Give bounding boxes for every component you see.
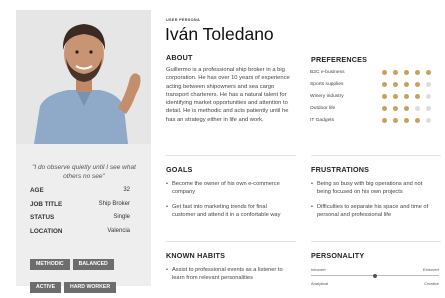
rating-dot [382,69,387,75]
rating-dot [426,93,431,99]
rating-dot [415,117,420,123]
divider [166,241,296,242]
persona-portrait-image [16,10,151,144]
rating-dot [393,93,398,99]
preference-row: Sports supplies [310,78,440,90]
rating-dot [393,117,398,123]
fact-status: STATUS Single [30,214,130,228]
goal-item: Become the owner of his own e-commerce c… [166,181,290,196]
divider [166,155,296,156]
tag-hard-worker: HARD WORKER [64,282,117,293]
rating-dot [415,81,420,87]
preference-label: Winery industry [310,93,344,99]
fact-job-title: JOB TITLE Ship Broker [30,201,130,215]
tag-methodic: METHODIC [30,259,70,270]
rating-dot [393,81,398,87]
persona-facts: AGE 32 JOB TITLE Ship Broker STATUS Sing… [30,187,130,241]
fact-age: AGE 32 [30,187,130,201]
slider-track [311,273,439,278]
about-heading: ABOUT [166,53,193,62]
fact-label: AGE [30,187,44,194]
preference-label: Sports supplies [310,81,344,87]
fact-location: LOCATION Valencia [30,228,130,242]
rating-dot [404,105,409,111]
rating-dot [426,117,431,123]
fact-value: Valencia [107,227,130,234]
frustrations-heading: FRUSTRATIONS [311,165,370,174]
slider-knob [373,273,377,278]
personality-tags: METHODIC BALANCED ACTIVE HARD WORKER [30,252,140,298]
slider-left-label: Analytical [311,281,329,286]
goal-item: Get fast into marketing trends for final… [166,204,290,219]
slider-left-label: Introvert [311,267,326,272]
fact-label: STATUS [30,214,55,221]
slider-right-label: Extrovert [422,267,439,272]
persona-name: Iván Toledano [165,24,274,44]
preference-label: IT Gadgets [310,117,335,123]
habits-heading: KNOWN HABITS [166,251,226,260]
slider-right-label: Creative [424,281,439,286]
page-kicker: USER PERSONA [166,18,200,22]
habit-item: Assist to professional events as a liste… [166,267,290,282]
preference-row: Outdoor life [310,102,440,114]
personality-heading: PERSONALITY [311,251,365,260]
rating-dot [415,69,420,75]
persona-quote: "I do observe quietly until I see what o… [32,164,136,180]
rating-dot [426,81,431,87]
rating-dot [382,117,387,123]
rating-dot [404,93,409,99]
preference-row: Winery industry [310,90,440,102]
tag-balanced: BALANCED [72,259,114,270]
rating-dot [393,105,398,111]
rating-dot [404,117,409,123]
rating-dot [382,81,387,87]
rating-dot [382,93,387,99]
fact-value: Single [113,214,130,220]
divider [311,241,441,242]
personality-slider-introvert-extrovert: Introvert Extrovert [311,267,439,278]
preference-label: Outdoor life [310,105,336,111]
rating-dot [393,69,398,75]
preference-row: IT Gadgets [310,114,440,126]
divider [311,155,441,156]
fact-value: Ship Broker [98,200,130,207]
rating-dot [404,69,409,75]
rating-dot [415,93,420,99]
persona-photo [16,10,151,144]
rating-dot [426,69,431,75]
rating-dot [404,81,409,87]
preference-label: B2C e-business [310,69,345,75]
fact-value: 32 [123,187,130,193]
personality-slider-analytical-creative: Analytical Creative [311,281,439,286]
preferences-heading: PREFERENCES [311,55,368,64]
tag-active: ACTIVE [30,282,62,293]
fact-label: LOCATION [30,227,63,235]
fact-label: JOB TITLE [30,200,63,208]
frustration-item: Difficulties to separate his space and t… [311,204,435,219]
about-text: Guillermo is a professional ship broker … [166,67,290,123]
rating-dot [426,105,431,111]
rating-dot [415,105,420,111]
goals-heading: GOALS [166,165,193,174]
rating-dot [382,105,387,111]
frustration-item: Being so busy with big operations and no… [311,181,435,196]
preference-row: B2C e-business [310,66,440,78]
